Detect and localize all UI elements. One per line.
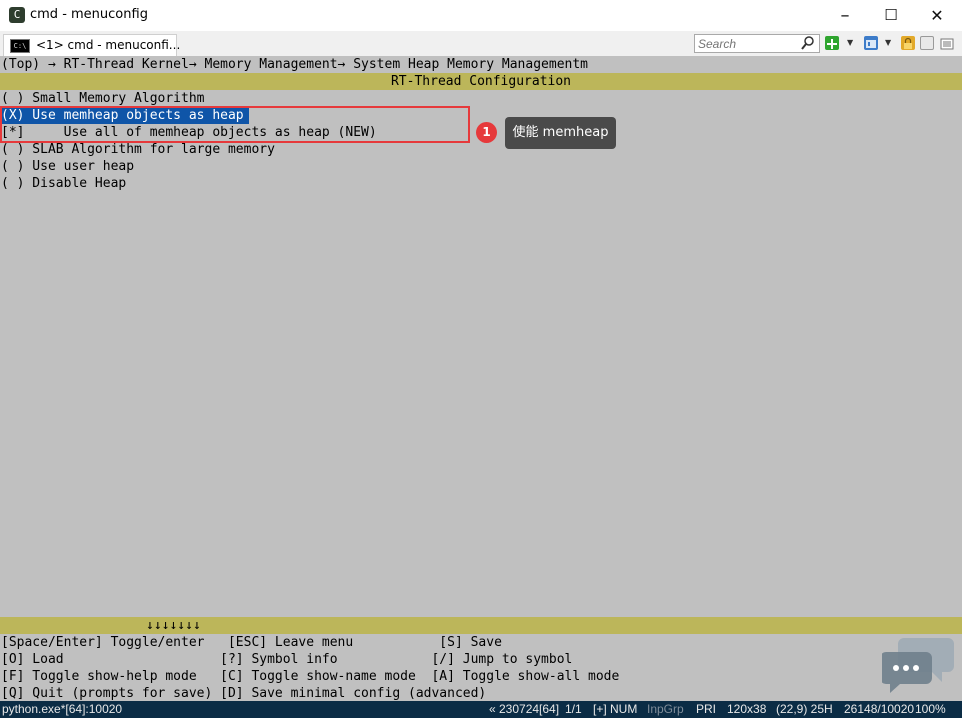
breadcrumb: (Top) → RT-Thread Kernel→ Memory Managem… xyxy=(1,57,588,72)
config-title: RT-Thread Configuration xyxy=(390,74,571,89)
menu-bottom-bar: ↓↓↓↓↓↓↓ xyxy=(0,617,962,634)
window-title-bar: C cmd - menuconfig – ☐ ✕ xyxy=(0,0,962,31)
help-line: [F] Toggle show-help mode [C] Toggle sho… xyxy=(1,669,620,684)
view-icon[interactable] xyxy=(864,36,878,50)
search-input[interactable] xyxy=(698,36,798,51)
help-line: [Q] Quit (prompts for save) [D] Save min… xyxy=(1,686,487,701)
panel-icon[interactable] xyxy=(920,36,934,50)
chevron-down-icon[interactable]: ▼ xyxy=(847,35,853,51)
terminal-area[interactable]: (Top) → RT-Thread Kernel→ Memory Managem… xyxy=(0,56,962,701)
menu-item-disable-heap[interactable]: ( ) Disable Heap xyxy=(1,175,126,192)
tab-label: <1> cmd - menuconfi... xyxy=(36,38,181,52)
annotation-callout: 使能 memheap xyxy=(505,117,616,149)
status-pid: 26148/10020 xyxy=(844,702,915,716)
search-box[interactable] xyxy=(694,34,820,53)
lock-icon[interactable] xyxy=(901,36,915,50)
status-bar: python.exe*[64]:10020 « 230724[64] 1/1 [… xyxy=(0,701,962,718)
status-inpgrp: InpGrp xyxy=(647,702,684,716)
chevron-down-icon[interactable]: ▼ xyxy=(885,35,891,51)
menu-item-slab[interactable]: ( ) SLAB Algorithm for large memory xyxy=(1,141,275,158)
help-line: [O] Load [?] Symbol info [/] Jump to sym… xyxy=(1,652,573,667)
status-cursor: (22,9) 25H xyxy=(776,702,833,716)
window-title: cmd - menuconfig xyxy=(30,7,148,22)
menu-item-user-heap[interactable]: ( ) Use user heap xyxy=(1,158,134,175)
config-title-bar: RT-Thread Configuration xyxy=(0,73,962,90)
chat-bubbles-icon xyxy=(882,638,954,693)
help-line: [Space/Enter] Toggle/enter [ESC] Leave m… xyxy=(1,635,502,650)
annotation-highlight-box xyxy=(0,106,470,143)
tab-console-1[interactable]: C:\ <1> cmd - menuconfi... xyxy=(3,34,181,56)
status-process: python.exe*[64]:10020 xyxy=(2,702,123,716)
annotation-step-badge: 1 xyxy=(476,122,497,143)
search-icon[interactable] xyxy=(801,35,815,55)
menu-icon[interactable] xyxy=(940,36,954,50)
maximize-button[interactable]: ☐ xyxy=(868,0,914,31)
console-icon: C:\ xyxy=(10,39,30,53)
app-icon: C xyxy=(9,7,25,23)
close-button[interactable]: ✕ xyxy=(914,0,960,31)
status-page: 1/1 xyxy=(565,702,582,716)
status-size: 120x38 xyxy=(727,702,767,716)
scroll-down-arrows: ↓↓↓↓↓↓↓ xyxy=(146,618,201,633)
minimize-button[interactable]: – xyxy=(822,0,868,31)
status-pri: PRI xyxy=(696,702,717,716)
toolbar: C:\ <1> cmd - menuconfi... ▼ ▼ xyxy=(0,31,962,57)
status-num: [+] NUM xyxy=(593,702,638,716)
status-build: « 230724[64] xyxy=(489,702,560,716)
new-console-icon[interactable] xyxy=(825,36,839,50)
menu-item-small-memory[interactable]: ( ) Small Memory Algorithm xyxy=(1,90,205,107)
status-zoom: 100% xyxy=(915,702,946,716)
